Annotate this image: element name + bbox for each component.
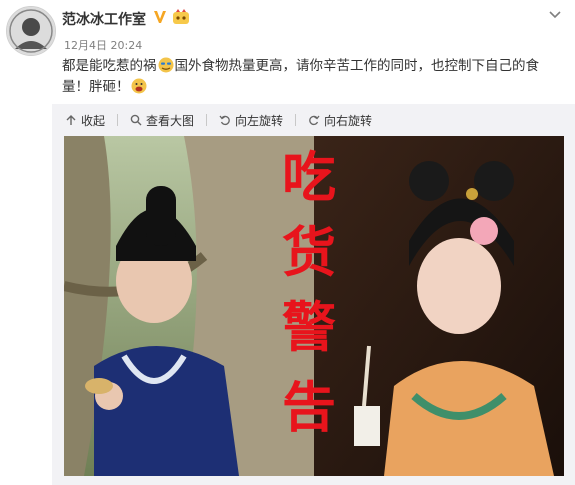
collapse-label: 收起: [81, 113, 106, 128]
author-name[interactable]: 范冰冰工作室: [62, 9, 146, 29]
rotate-left-label: 向左旋转: [235, 113, 284, 128]
overlay-char-3: 警: [282, 296, 336, 359]
weibo-post: 范冰冰工作室 12月4日 20:24 都是能吃惹的祸 国外食物热量更高，请你辛苦…: [0, 0, 575, 485]
overlay-char-1: 吃: [282, 146, 336, 209]
rotate-left-icon: [219, 115, 230, 126]
post-text-part1: 都是能吃惹的祸: [62, 58, 157, 74]
author-avatar[interactable]: [6, 6, 56, 56]
toolbar-divider: [295, 114, 297, 126]
rotate-right-icon: [309, 115, 320, 126]
search-icon: [130, 114, 142, 126]
overlay-char-2: 货: [282, 221, 336, 284]
view-large-label: 查看大图: [146, 113, 195, 128]
chomp-face-emoji-icon: [131, 78, 146, 94]
arrow-up-icon: [66, 115, 76, 125]
post-image-illustration: 吃 货 警 告: [64, 136, 564, 476]
overlay-char-4: 告: [282, 376, 336, 439]
verified-icon: [154, 11, 166, 23]
post-text: 都是能吃惹的祸 国外食物热量更高，请你辛苦工作的同时，也控制下自己的食量！胖砸！: [62, 56, 562, 98]
chevron-down-icon[interactable]: [547, 6, 563, 22]
post-image[interactable]: 吃 货 警 告: [64, 136, 564, 476]
rotate-right-button[interactable]: 向右旋转: [308, 112, 372, 129]
toolbar-divider: [117, 114, 119, 126]
rotate-right-label: 向右旋转: [324, 113, 373, 128]
doge-face-emoji-icon: [158, 57, 173, 73]
view-large-button[interactable]: 查看大图: [130, 112, 194, 129]
rotate-left-button[interactable]: 向左旋转: [219, 112, 283, 129]
post-timestamp[interactable]: 12月4日 20:24: [64, 37, 142, 53]
image-toolbar: 收起 查看大图 向左旋转 向右旋转: [65, 110, 384, 130]
collapse-button[interactable]: 收起: [65, 112, 105, 129]
fan-badge-icon[interactable]: [172, 9, 190, 25]
toolbar-divider: [206, 114, 208, 126]
